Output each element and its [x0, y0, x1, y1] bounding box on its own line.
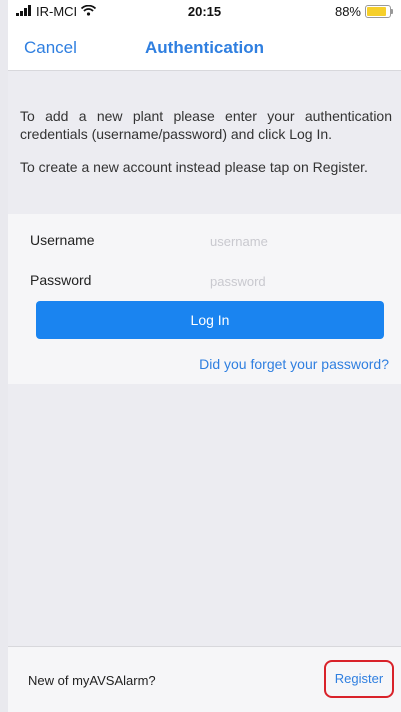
intro-paragraph-register: To create a new account instead please t…: [20, 159, 368, 175]
app-screen: IR-MCI 20:15 88% Cancel Authentication T…: [8, 0, 401, 712]
page-title: Authentication: [145, 38, 264, 57]
new-user-prompt: New of myAVSAlarm?: [28, 673, 156, 688]
username-input[interactable]: [208, 228, 392, 254]
forgot-password-link[interactable]: Did you forget your password?: [199, 356, 389, 372]
battery-icon: [365, 5, 393, 18]
username-label: Username: [30, 232, 95, 248]
intro-text: To add a new plant please enter your aut…: [20, 107, 392, 191]
battery-percent: 88%: [334, 4, 361, 19]
username-row: Username: [8, 220, 401, 262]
register-button[interactable]: Register: [324, 660, 394, 698]
navigation-bar: Cancel Authentication: [8, 24, 401, 71]
login-button[interactable]: Log In: [36, 301, 384, 339]
login-form: Username Password Log In Did you forget …: [8, 214, 401, 384]
password-label: Password: [30, 272, 92, 288]
status-bar: IR-MCI 20:15 88%: [8, 0, 401, 24]
password-row: Password: [8, 260, 401, 302]
password-input[interactable]: [208, 268, 392, 294]
intro-paragraph-add-plant: To add a new plant please enter your aut…: [20, 108, 392, 142]
bottom-bar: New of myAVSAlarm? Register: [8, 646, 401, 712]
status-right: 88%: [334, 4, 393, 19]
